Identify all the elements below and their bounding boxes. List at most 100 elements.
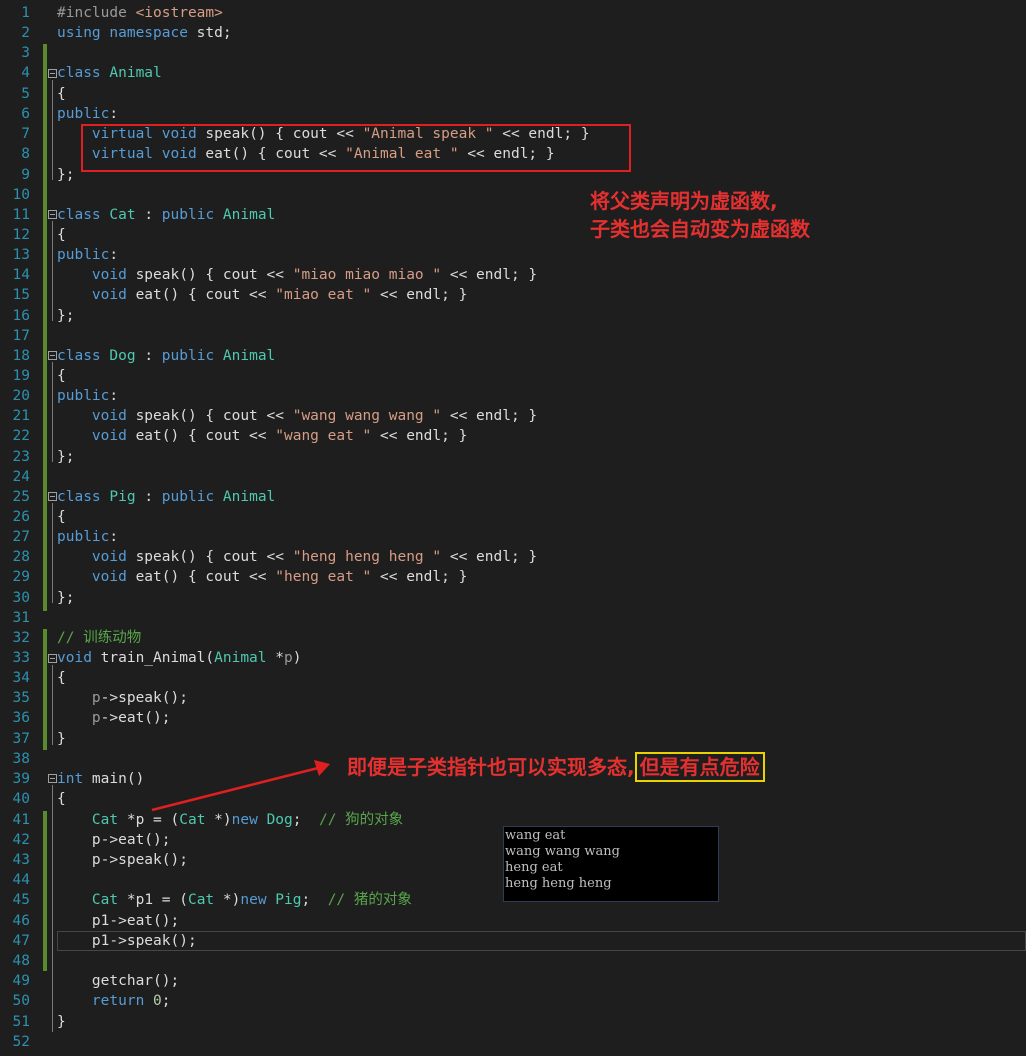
code-line-40: {: [57, 791, 66, 807]
code-line-1: #include <iostream>: [57, 5, 223, 21]
code-line-4: class Animal: [57, 65, 162, 81]
line-number: 50: [12, 993, 30, 1009]
code-line-29: void eat() { cout << "heng eat " << endl…: [57, 569, 468, 585]
line-number: 43: [12, 852, 30, 868]
line-number: 1: [21, 5, 30, 21]
annotation-text: 即便是子类指针也可以实现多态,: [347, 755, 635, 779]
line-number: 37: [12, 731, 30, 747]
code-line-11: class Cat : public Animal: [57, 207, 276, 223]
fold-collapse-icon[interactable]: [48, 774, 57, 783]
fold-collapse-icon[interactable]: [48, 351, 57, 360]
line-number: 14: [12, 267, 30, 283]
line-number: 4: [21, 65, 30, 81]
console-line: wang eat: [505, 828, 566, 843]
line-number: 16: [12, 308, 30, 324]
line-number: 38: [12, 751, 30, 767]
line-number: 44: [12, 872, 30, 888]
line-number: 20: [12, 388, 30, 404]
line-number: 36: [12, 710, 30, 726]
code-line-14: void speak() { cout << "miao miao miao "…: [57, 267, 538, 283]
fold-collapse-icon[interactable]: [48, 210, 57, 219]
code-line-26: {: [57, 509, 66, 525]
code-line-37: }: [57, 731, 66, 747]
line-number: 3: [21, 45, 30, 61]
line-number: 21: [12, 408, 30, 424]
code-line-2: using namespace std;: [57, 25, 232, 41]
code-line-35: p->speak();: [91, 690, 188, 706]
line-number: 45: [12, 892, 30, 908]
code-line-36: p->eat();: [91, 710, 171, 726]
line-number: 12: [12, 227, 30, 243]
console-output-window: wang eat wang wang wang heng eat heng he…: [503, 826, 719, 902]
code-line-25: class Pig : public Animal: [57, 489, 276, 505]
fold-collapse-icon[interactable]: [48, 69, 57, 78]
annotation-polymorphism-warning: 即便是子类指针也可以实现多态, 但是有点危险: [347, 752, 765, 782]
line-number: 23: [12, 449, 30, 465]
line-number: 8: [21, 146, 30, 162]
arrow-head: [314, 760, 330, 776]
change-indicator-bar: [43, 629, 47, 750]
console-line: heng eat: [505, 860, 563, 875]
console-line: wang wang wang: [505, 844, 620, 859]
line-number: 40: [12, 791, 30, 807]
fold-collapse-icon[interactable]: [48, 492, 57, 501]
code-line-18: class Dog : public Animal: [57, 348, 276, 364]
line-number-gutter: 1 2 3 4 5 6 7 8 9 10 11 12 13 14 15 16 17 18 19 20 21 22 23 24 2…: [0, 0, 44, 1056]
code-line-23: };: [57, 449, 75, 465]
change-indicator-bar: [43, 44, 47, 611]
line-number: 31: [12, 610, 30, 626]
line-number: 47: [12, 933, 30, 949]
line-number: 41: [12, 812, 30, 828]
danger-text: 但是有点危险: [639, 755, 760, 779]
line-number: 51: [12, 1014, 30, 1030]
code-line-15: void eat() { cout << "miao eat " << endl…: [57, 287, 468, 303]
line-number: 42: [12, 832, 30, 848]
line-number: 2: [21, 25, 30, 41]
fold-guide-line: [52, 665, 53, 745]
fold-collapse-icon[interactable]: [48, 654, 57, 663]
line-number: 39: [12, 771, 30, 787]
fold-guide-line: [52, 785, 53, 1032]
annotation-line: 将父类声明为虚函数,: [590, 189, 778, 213]
code-line-28: void speak() { cout << "heng heng heng "…: [57, 549, 538, 565]
code-line-13: public:: [57, 247, 119, 263]
fold-guide-line: [52, 503, 53, 603]
arrow-shaft: [151, 766, 319, 812]
line-number: 18: [12, 348, 30, 364]
code-line-22: void eat() { cout << "wang eat " << endl…: [57, 428, 468, 444]
code-line-12: {: [57, 227, 66, 243]
code-line-41: Cat *p = (Cat *)new Dog; // 狗的对象: [91, 812, 404, 828]
code-line-51: }: [57, 1014, 66, 1030]
line-number: 22: [12, 428, 30, 444]
code-line-19: {: [57, 368, 66, 384]
line-number: 33: [12, 650, 30, 666]
line-number: 25: [12, 489, 30, 505]
code-line-46: p1->eat();: [57, 913, 180, 929]
danger-highlight-box: 但是有点危险: [634, 752, 765, 782]
line-number: 11: [12, 207, 30, 223]
line-number: 9: [21, 167, 30, 183]
fold-guide-line: [52, 221, 53, 321]
line-number: 7: [21, 126, 30, 142]
line-number: 10: [12, 187, 30, 203]
line-number: 30: [12, 590, 30, 606]
annotation-virtual-inheritance: 将父类声明为虚函数, 子类也会自动变为虚函数: [590, 187, 810, 243]
line-number: 6: [21, 106, 30, 122]
line-number: 48: [12, 953, 30, 969]
fold-guide-line: [52, 362, 53, 462]
line-number: 5: [21, 86, 30, 102]
line-number: 19: [12, 368, 30, 384]
code-line-32: // 训练动物: [57, 630, 142, 646]
line-number: 34: [12, 670, 30, 686]
code-line-16: };: [57, 308, 75, 324]
line-number: 24: [12, 469, 30, 485]
line-number: 52: [12, 1034, 30, 1050]
line-number: 26: [12, 509, 30, 525]
line-number: 29: [12, 569, 30, 585]
line-number: 35: [12, 690, 30, 706]
code-line-33: void train_Animal(Animal *p): [57, 650, 302, 666]
line-number: 46: [12, 913, 30, 929]
line-number: 32: [12, 630, 30, 646]
code-line-6: public:: [57, 106, 119, 122]
code-line-21: void speak() { cout << "wang wang wang "…: [57, 408, 538, 424]
